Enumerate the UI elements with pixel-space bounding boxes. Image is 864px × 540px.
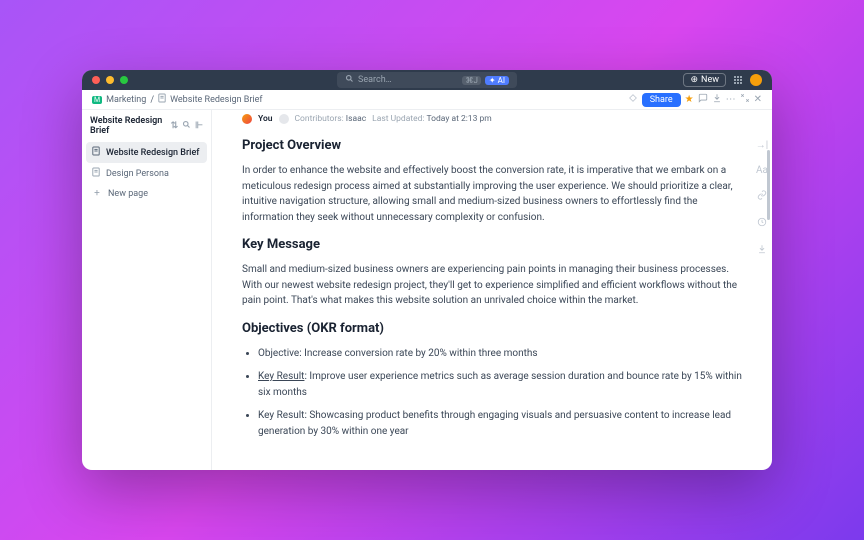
plus-icon: + (92, 188, 102, 199)
updated-value: Today at 2:13 pm (426, 114, 491, 124)
star-icon[interactable]: ★ (685, 94, 694, 105)
document-content[interactable]: You Contributors: Isaac Last Updated: To… (212, 110, 772, 470)
key-result-item: Key Result: Improve user experience metr… (258, 369, 742, 400)
rail-clock-icon[interactable] (757, 217, 767, 230)
doc-icon (92, 146, 100, 159)
contributors-label: Contributors: (295, 114, 344, 124)
sidebar-title-row: Website Redesign Brief ⇅ ⊩ (82, 110, 211, 142)
minimize-window-button[interactable] (106, 76, 114, 84)
contributors-value[interactable]: Isaac (346, 114, 366, 124)
updated-label: Last Updated: (372, 114, 424, 124)
apps-grid-icon[interactable] (734, 76, 742, 84)
close-icon[interactable]: ✕ (754, 94, 762, 105)
rail-text-icon[interactable]: Aa (756, 165, 768, 176)
sidebar-title: Website Redesign Brief (90, 116, 167, 136)
author-you: You (258, 114, 273, 124)
search-shortcut: ⌘J (462, 76, 480, 85)
contributors-icon (279, 114, 289, 124)
rail-collapse-icon[interactable]: →| (756, 140, 768, 151)
workspace-badge-icon: M (92, 96, 102, 104)
sidebar-item-design-persona[interactable]: Design Persona (86, 163, 207, 184)
plus-icon: ⊕ (690, 75, 698, 85)
search-icon (345, 74, 354, 86)
sidebar-item-website-redesign-brief[interactable]: Website Redesign Brief (86, 142, 207, 163)
window-controls (92, 76, 128, 84)
heading-key-message: Key Message (242, 237, 742, 252)
author-avatar[interactable] (242, 114, 252, 124)
sidebar-item-label: Design Persona (106, 169, 169, 179)
objective-item: Objective: Increase conversion rate by 2… (258, 346, 742, 362)
doc-meta: You Contributors: Isaac Last Updated: To… (242, 114, 742, 124)
activity-icon[interactable]: ⇅ (171, 121, 179, 131)
sidebar-item-label: Website Redesign Brief (106, 148, 199, 158)
share-button[interactable]: Share (642, 93, 681, 107)
breadcrumb-workspace[interactable]: Marketing (106, 95, 146, 105)
rail-export-icon[interactable] (757, 244, 767, 257)
key-result-label: Key Result (258, 371, 304, 382)
close-window-button[interactable] (92, 76, 100, 84)
objectives-list: Objective: Increase conversion rate by 2… (242, 346, 742, 440)
comment-icon[interactable] (698, 93, 708, 106)
key-result-text: : Improve user experience metrics such a… (258, 371, 742, 398)
breadcrumb-doc[interactable]: Website Redesign Brief (170, 95, 262, 105)
ai-label: AI (498, 76, 505, 85)
collapse-icon[interactable] (740, 93, 750, 106)
titlebar-right: ⊕ New (683, 73, 762, 87)
tag-icon[interactable] (628, 93, 638, 106)
new-page-button[interactable]: + New page (86, 184, 207, 203)
paragraph-key-message: Small and medium-sized business owners a… (242, 262, 742, 309)
heading-project-overview: Project Overview (242, 138, 742, 153)
body: Website Redesign Brief ⇅ ⊩ Website Redes… (82, 110, 772, 470)
new-label: New (701, 75, 719, 85)
sidebar: Website Redesign Brief ⇅ ⊩ Website Redes… (82, 110, 212, 470)
more-icon[interactable]: ⋯ (726, 94, 736, 105)
breadcrumb-bar: M Marketing / Website Redesign Brief Sha… (82, 90, 772, 110)
toggle-sidebar-icon[interactable]: ⊩ (195, 121, 203, 131)
ai-button[interactable]: ✦ AI (485, 76, 509, 85)
new-button[interactable]: ⊕ New (683, 73, 726, 87)
rail-link-icon[interactable] (757, 190, 767, 203)
search-placeholder: Search… (358, 75, 458, 85)
sparkle-icon: ✦ (489, 76, 496, 85)
doc-icon (158, 93, 166, 106)
sidebar-list: Website Redesign Brief Design Persona + … (82, 142, 211, 203)
paragraph-overview: In order to enhance the website and effe… (242, 163, 742, 225)
right-rail: →| Aa (752, 140, 772, 257)
search-input[interactable]: Search… ⌘J ✦ AI (337, 72, 517, 88)
maximize-window-button[interactable] (120, 76, 128, 84)
doc-icon (92, 167, 100, 180)
app-window: Search… ⌘J ✦ AI ⊕ New M Marketing / Webs… (82, 70, 772, 470)
search-page-icon[interactable] (182, 120, 191, 132)
new-page-label: New page (108, 189, 148, 199)
heading-objectives: Objectives (OKR format) (242, 321, 742, 336)
breadcrumb-separator: / (150, 95, 154, 105)
download-icon[interactable] (712, 93, 722, 106)
user-avatar[interactable] (750, 74, 762, 86)
titlebar: Search… ⌘J ✦ AI ⊕ New (82, 70, 772, 90)
key-result-item: Key Result: Showcasing product benefits … (258, 408, 742, 439)
